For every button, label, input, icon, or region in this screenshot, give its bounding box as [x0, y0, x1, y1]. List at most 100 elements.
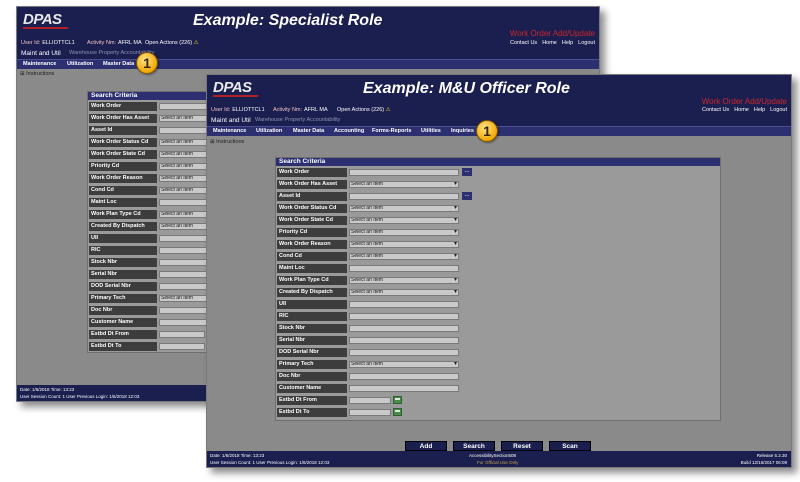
- label-asset-id: Asset Id: [89, 126, 157, 135]
- label-stock-nbr: Stock Nbr: [89, 258, 157, 267]
- doc-nbr-input[interactable]: [349, 373, 459, 380]
- stock-nbr-input[interactable]: [349, 325, 459, 332]
- accessibility-link[interactable]: AccessibilitySection508: [469, 453, 516, 458]
- nav-maintenance[interactable]: Maintenance: [213, 128, 246, 134]
- dpas-logo[interactable]: DPAS: [23, 11, 62, 28]
- label-cond-cd: Cond Cd: [89, 186, 157, 195]
- nav-accounting[interactable]: Accounting: [334, 128, 364, 134]
- work-plan-type-select[interactable]: Select an Item: [349, 277, 459, 284]
- reset-button[interactable]: Reset: [501, 441, 543, 451]
- label-created-by-dispatch: Created By Dispatch: [277, 288, 347, 297]
- user-id-label: User Id:: [211, 107, 231, 113]
- nav-menu: Maintenance Utilization Master Data Acco…: [207, 126, 791, 136]
- label-customer-name: Customer Name: [89, 318, 157, 327]
- example-title: Example: Specialist Role: [193, 12, 383, 29]
- label-doc-nbr: Doc Nbr: [89, 306, 157, 315]
- nav-master-data[interactable]: Master Data: [293, 128, 324, 134]
- label-primary-tech: Primary Tech: [277, 360, 347, 369]
- cond-cd-select[interactable]: Select an Item: [349, 253, 459, 260]
- work-order-has-asset-select[interactable]: Select an Item: [349, 181, 459, 188]
- other-apps[interactable]: Warehouse Property Accountability: [255, 117, 340, 123]
- instructions-label: Instructions: [26, 71, 55, 77]
- calendar-icon[interactable]: [393, 396, 402, 404]
- nav-master-data[interactable]: Master Data: [103, 61, 134, 67]
- asset-id-lookup-button[interactable]: ...: [462, 192, 472, 200]
- work-order-status-select[interactable]: Select an Item: [349, 205, 459, 212]
- build-label: Build 12/16/2017 06:09: [740, 460, 787, 465]
- work-order-input[interactable]: [349, 169, 459, 176]
- maint-loc-input[interactable]: [349, 265, 459, 272]
- created-by-dispatch-select[interactable]: Select an Item: [349, 289, 459, 296]
- label-work-plan-type: Work Plan Type Cd: [89, 210, 157, 219]
- estbd-dt-to-input[interactable]: [349, 409, 391, 416]
- logout-link[interactable]: Logout: [770, 107, 787, 113]
- label-estbd-dt-from: Estbd Dt From: [89, 330, 157, 339]
- instructions-toggle[interactable]: ⊞ Instructions: [210, 139, 244, 145]
- search-button[interactable]: Search: [453, 441, 495, 451]
- footer-datetime: Date: 1/6/2018 Time: 13:23: [20, 387, 75, 392]
- priority-select[interactable]: Select an Item: [349, 229, 459, 236]
- calendar-icon[interactable]: [393, 408, 402, 416]
- callout-badge-1: 1: [136, 52, 158, 74]
- label-work-order-reason: Work Order Reason: [89, 174, 157, 183]
- app-name[interactable]: Maint and Util: [211, 117, 251, 124]
- search-criteria-panel: Search Criteria Work Order Work Order Ha…: [87, 91, 219, 353]
- nav-utilization[interactable]: Utilization: [256, 128, 282, 134]
- app-name[interactable]: Maint and Util: [21, 50, 61, 57]
- label-serial-nbr: Serial Nbr: [89, 270, 157, 279]
- instructions-toggle[interactable]: ⊞ Instructions: [20, 71, 54, 77]
- home-link[interactable]: Home: [734, 107, 749, 113]
- activity-label: Activity Nm:: [87, 40, 117, 46]
- label-stock-nbr: Stock Nbr: [277, 324, 347, 333]
- label-doc-nbr: Doc Nbr: [277, 372, 347, 381]
- open-actions-link[interactable]: Open Actions (226): [337, 107, 384, 113]
- expand-icon: ⊞: [20, 71, 25, 77]
- serial-nbr-input[interactable]: [349, 337, 459, 344]
- dod-serial-nbr-input[interactable]: [349, 349, 459, 356]
- nav-utilization[interactable]: Utilization: [67, 61, 93, 67]
- work-order-lookup-button[interactable]: ...: [462, 168, 472, 176]
- footer-session: User Session Count: 1 User Previous Logi…: [210, 460, 330, 465]
- contact-us-link[interactable]: Contact Us: [510, 40, 537, 46]
- open-actions-link[interactable]: Open Actions (226): [145, 40, 192, 46]
- user-id-value: ELLIOTTCL1: [232, 107, 265, 113]
- label-priority: Priority Cd: [277, 228, 347, 237]
- estbd-dt-to-input[interactable]: [159, 343, 205, 350]
- label-work-order-has-asset: Work Order Has Asset: [89, 114, 157, 123]
- help-link[interactable]: Help: [754, 107, 765, 113]
- work-order-state-select[interactable]: Select an Item: [349, 217, 459, 224]
- label-work-order-state: Work Order State Cd: [89, 150, 157, 159]
- asset-id-input[interactable]: [349, 193, 459, 200]
- primary-tech-select[interactable]: Select an Item: [349, 361, 459, 368]
- label-estbd-dt-from: Estbd Dt From: [277, 396, 347, 405]
- add-button[interactable]: Add: [405, 441, 447, 451]
- label-dod-serial-nbr: DOD Serial Nbr: [277, 348, 347, 357]
- contact-us-link[interactable]: Contact Us: [702, 107, 729, 113]
- activity-value: AFRL MA: [304, 107, 328, 113]
- home-link[interactable]: Home: [542, 40, 557, 46]
- user-bar: User Id: ELLIOTTCL1 Activity Nm: AFRL MA O…: [207, 105, 791, 115]
- logout-link[interactable]: Logout: [578, 40, 595, 46]
- label-asset-id: Asset Id: [277, 192, 347, 201]
- scan-button[interactable]: Scan: [549, 441, 591, 451]
- label-uii: UII: [277, 300, 347, 309]
- label-work-order: Work Order: [89, 102, 157, 111]
- title-bar: DPAS Example: Specialist Role Work Order…: [17, 7, 599, 38]
- nav-inquiries[interactable]: Inquiries: [451, 128, 474, 134]
- nav-utilities[interactable]: Utilities: [421, 128, 441, 134]
- footer: Date: 1/6/2018 Time: 13:23 User Session …: [207, 451, 791, 467]
- help-link[interactable]: Help: [562, 40, 573, 46]
- activity-label: Activity Nm:: [273, 107, 303, 113]
- ric-input[interactable]: [349, 313, 459, 320]
- panel-title: Search Criteria: [276, 158, 720, 166]
- label-estbd-dt-to: Estbd Dt To: [277, 408, 347, 417]
- customer-name-input[interactable]: [349, 385, 459, 392]
- uii-input[interactable]: [349, 301, 459, 308]
- dpas-logo[interactable]: DPAS: [213, 79, 252, 96]
- estbd-dt-from-input[interactable]: [349, 397, 391, 404]
- work-order-reason-select[interactable]: Select an Item: [349, 241, 459, 248]
- estbd-dt-from-input[interactable]: [159, 331, 205, 338]
- nav-maintenance[interactable]: Maintenance: [23, 61, 56, 67]
- label-serial-nbr: Serial Nbr: [277, 336, 347, 345]
- nav-forms-reports[interactable]: Forms-Reports: [372, 128, 411, 134]
